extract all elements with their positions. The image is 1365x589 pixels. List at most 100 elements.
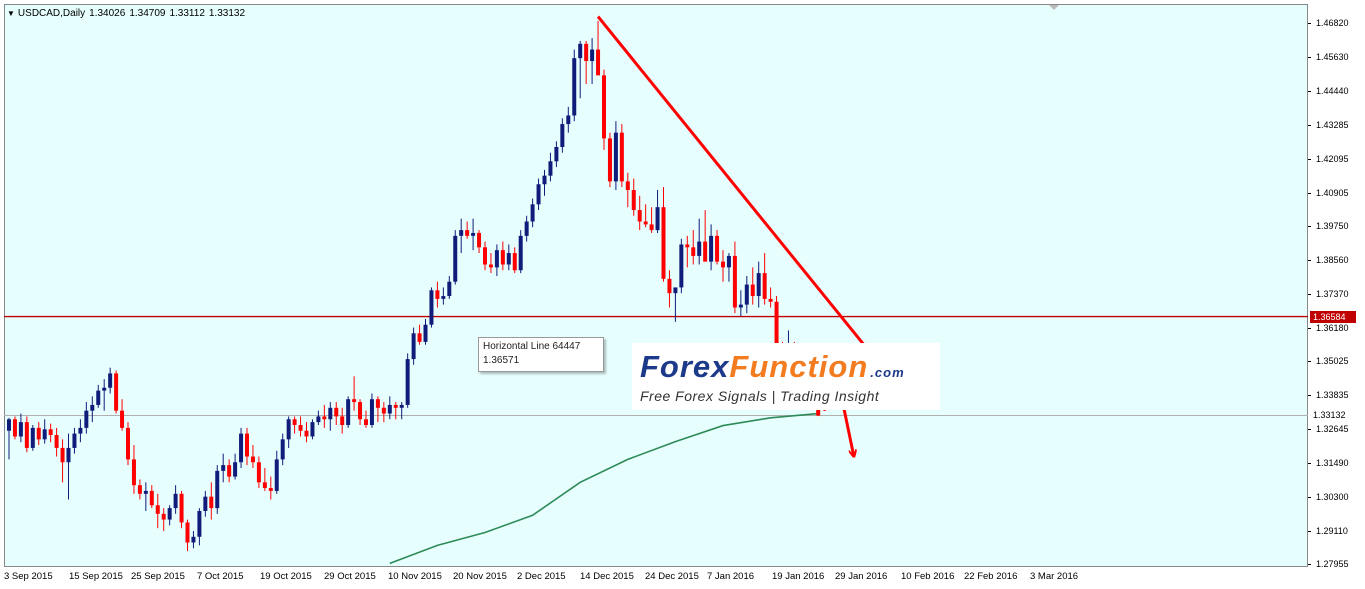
candle-body	[715, 235, 720, 262]
candle-body	[685, 244, 690, 248]
candle-body	[358, 402, 363, 420]
candlestick-chart[interactable]	[4, 4, 1308, 567]
current-price-label: 1.33132	[1310, 409, 1356, 422]
price-tick-label: 1.43285	[1316, 119, 1349, 130]
time-tick-label: 19 Jan 2016	[772, 571, 825, 582]
candle-body	[316, 416, 321, 423]
high-value: 1.34709	[129, 8, 166, 19]
dropdown-triangle-icon[interactable]: ▼	[7, 9, 15, 18]
candle-body	[756, 273, 761, 297]
candle-body	[631, 189, 636, 211]
candle-body	[203, 496, 208, 511]
price-tick-label: 1.37370	[1316, 289, 1349, 300]
candle-body	[221, 465, 226, 471]
candle-body	[36, 427, 41, 440]
time-tick-label: 10 Nov 2015	[388, 571, 442, 582]
candle-body	[661, 207, 666, 279]
candle-body	[322, 416, 327, 420]
time-axis[interactable]: 3 Sep 2015 15 Sep 2015 25 Sep 2015 7 Oct 20…	[4, 567, 1308, 589]
candle-body	[750, 284, 755, 297]
chart-header: ▼ USDCAD,Daily 1.34026 1.34709 1.33112 1.3313…	[7, 8, 249, 19]
candle-body	[697, 241, 702, 256]
price-tick-mark	[1308, 361, 1311, 363]
candle-body	[369, 399, 374, 425]
candle-body	[90, 404, 95, 411]
candle-body	[114, 373, 119, 411]
time-tick-label: 7 Jan 2016	[707, 571, 755, 582]
price-tick-mark	[1308, 496, 1311, 498]
candle-body	[429, 290, 434, 325]
forexfunction-logo: ForexFunction .com Free Forex Signals | T…	[632, 343, 940, 410]
candle-body	[667, 278, 672, 294]
candle-body	[768, 298, 773, 302]
price-tick-mark	[1308, 57, 1311, 59]
chart-shift-marker-icon[interactable]	[1049, 5, 1059, 10]
candle-body	[60, 447, 65, 463]
price-tick-mark	[1308, 462, 1311, 464]
candle-body	[143, 490, 148, 494]
price-tick-label: 1.32645	[1316, 424, 1349, 435]
candle-body	[721, 261, 725, 268]
candle-body	[149, 490, 154, 506]
candle-body	[155, 505, 160, 514]
candle-body	[375, 399, 380, 408]
candle-body	[548, 161, 553, 176]
candle-body	[24, 422, 29, 448]
price-tick-label: 1.35025	[1316, 356, 1349, 367]
candle-body	[524, 221, 529, 236]
price-tick-label: 1.29110	[1316, 525, 1348, 536]
candle-body	[649, 224, 654, 231]
candle-body	[643, 221, 648, 225]
candle-body	[364, 419, 368, 425]
candle-body	[477, 232, 482, 248]
candle-body	[590, 49, 595, 62]
price-tick-mark	[1308, 294, 1311, 296]
candle-body	[239, 433, 244, 463]
candle-body	[602, 75, 606, 139]
candle-body	[42, 429, 47, 440]
logo-domain-text: .com	[870, 365, 905, 380]
candle-body	[613, 132, 618, 182]
time-tick-label: 10 Feb 2016	[901, 571, 955, 582]
low-value: 1.33112	[169, 8, 205, 19]
price-tick-label: 1.31490	[1316, 457, 1349, 468]
price-tick-label: 1.39750	[1316, 220, 1349, 231]
candle-body	[227, 465, 232, 477]
candle-body	[762, 273, 767, 299]
time-tick-label: 29 Oct 2015	[324, 571, 376, 582]
time-tick-label: 15 Sep 2015	[69, 571, 123, 582]
candle-body	[518, 235, 523, 271]
candle-body	[304, 430, 309, 437]
candle-body	[286, 419, 291, 440]
candle-body	[637, 210, 642, 222]
time-tick-label: 7 Oct 2015	[197, 571, 244, 582]
price-axis[interactable]: 1.46820 1.45630 1.44440 1.43285 1.42095 1.409…	[1308, 4, 1365, 569]
candle-body	[536, 184, 541, 205]
candle-body	[459, 230, 464, 236]
candle-body	[179, 493, 184, 523]
candle-body	[691, 247, 696, 256]
logo-forex-text: Forex	[640, 349, 730, 384]
time-tick-label: 20 Nov 2015	[453, 571, 507, 582]
candle-body	[161, 513, 166, 520]
candle-body	[423, 324, 428, 342]
candle-body	[256, 462, 261, 483]
candle-body	[732, 255, 737, 308]
candle-body	[726, 255, 731, 268]
candle-body	[655, 207, 660, 231]
candle-body	[328, 407, 333, 420]
tooltip-value: 1.36571	[483, 355, 520, 366]
time-tick-label: 24 Dec 2015	[645, 571, 699, 582]
candle-body	[596, 49, 601, 76]
candle-body	[215, 470, 220, 509]
candle-body	[108, 373, 113, 388]
candle-body	[471, 232, 476, 236]
candle-body	[506, 253, 511, 265]
time-tick-label: 2 Dec 2015	[517, 571, 566, 582]
moving-average-line	[389, 412, 819, 565]
candle-body	[744, 284, 749, 305]
candle-body	[197, 510, 202, 537]
candle-body	[126, 427, 130, 460]
candle-body	[352, 399, 357, 403]
logo-wordmark: ForexFunction .com	[640, 349, 905, 385]
